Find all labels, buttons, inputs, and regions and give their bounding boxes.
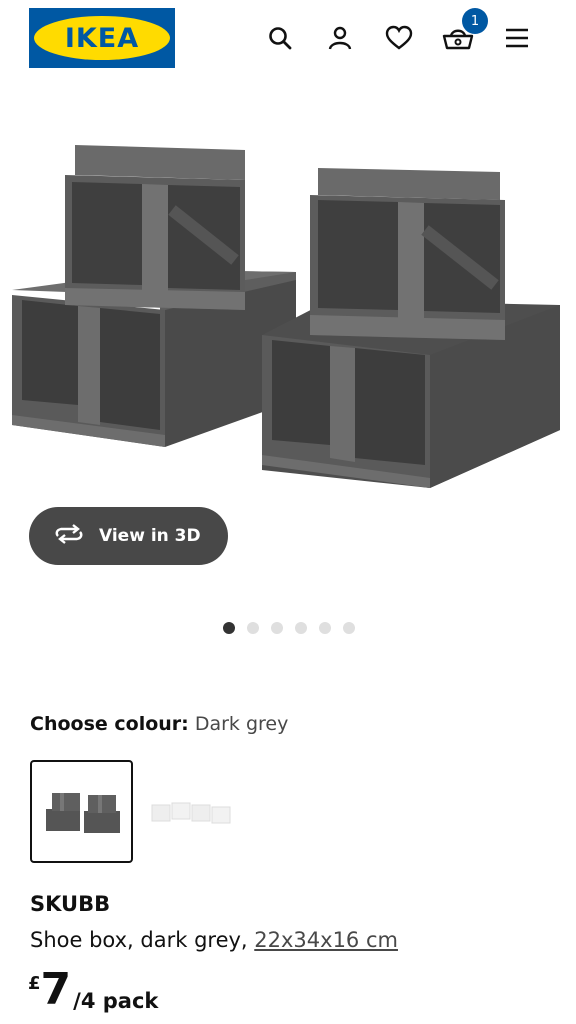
product-description-text: Shoe box, dark grey,	[30, 928, 255, 952]
carousel-dot[interactable]	[319, 622, 331, 634]
colour-swatch-dark-grey[interactable]	[30, 760, 133, 863]
menu-icon[interactable]	[499, 20, 535, 56]
carousel-dots	[223, 622, 355, 634]
carousel-dot[interactable]	[343, 622, 355, 634]
price-amount: 7	[40, 964, 72, 1015]
price-currency: £	[28, 973, 41, 994]
basket-icon[interactable]: 1	[440, 8, 488, 56]
carousel-dot[interactable]	[271, 622, 283, 634]
basket-count-badge: 1	[462, 8, 488, 34]
choose-colour: Choose colour: Dark grey	[30, 713, 288, 735]
shoe-box-image	[310, 168, 505, 340]
carousel-dot-active[interactable]	[223, 622, 235, 634]
search-icon[interactable]	[262, 20, 298, 56]
product-description: Shoe box, dark grey, 22x34x16 cm	[30, 928, 398, 952]
ikea-logo[interactable]: IKEA	[29, 8, 175, 68]
view-in-3d-label: View in 3D	[99, 526, 201, 546]
logo-text: IKEA	[64, 22, 140, 54]
product-measurement-link[interactable]: 22x34x16 cm	[254, 928, 398, 952]
product-name: SKUBB	[30, 892, 111, 916]
product-price: £ 7 /4 pack	[28, 965, 158, 1015]
carousel-dot[interactable]	[295, 622, 307, 634]
profile-icon[interactable]	[322, 20, 358, 56]
rotate-3d-icon	[53, 523, 85, 549]
colour-swatch-white[interactable]	[140, 760, 243, 863]
top-header: IKEA 1	[0, 0, 576, 80]
shoe-box-image	[65, 145, 245, 310]
carousel-dot[interactable]	[247, 622, 259, 634]
view-in-3d-button[interactable]: View in 3D	[29, 507, 228, 565]
price-unit: /4 pack	[73, 989, 159, 1013]
selected-colour-value: Dark grey	[194, 713, 289, 735]
product-image[interactable]	[0, 100, 576, 520]
logo-oval: IKEA	[34, 16, 170, 60]
heart-icon[interactable]	[381, 20, 417, 56]
choose-colour-label: Choose colour:	[30, 713, 189, 735]
